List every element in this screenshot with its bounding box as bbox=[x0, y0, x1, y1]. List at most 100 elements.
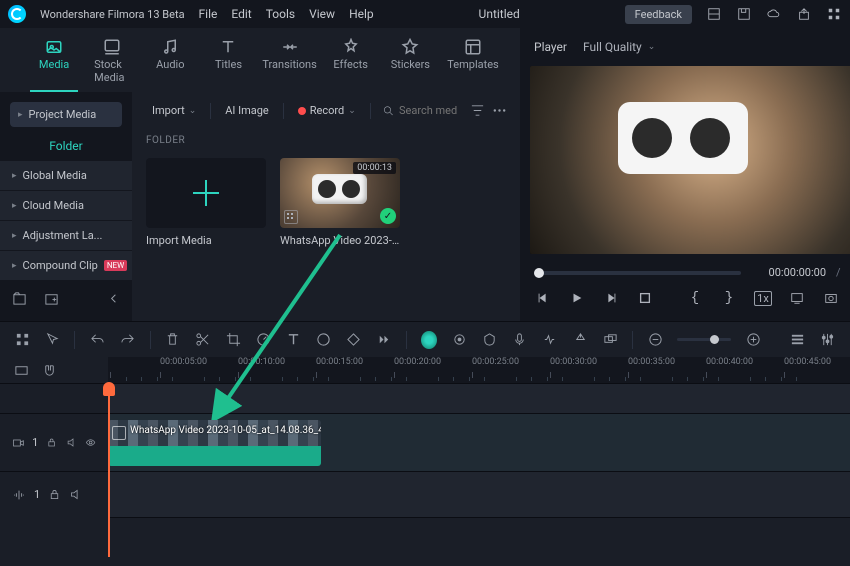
track-view-icon[interactable] bbox=[790, 331, 806, 349]
crop-icon[interactable] bbox=[225, 331, 241, 349]
next-frame-icon[interactable] bbox=[602, 289, 620, 307]
menu-view[interactable]: View bbox=[309, 7, 335, 21]
feedback-button[interactable]: Feedback bbox=[625, 5, 692, 24]
stop-icon[interactable] bbox=[636, 289, 654, 307]
timeline-options-icon[interactable] bbox=[12, 361, 30, 379]
player-panel: Player Full Quality⌄ 00:00:00:00 / 00:00… bbox=[520, 28, 850, 321]
audio-sync-icon[interactable] bbox=[542, 331, 558, 349]
crop-ratio-button[interactable]: 1x bbox=[754, 289, 772, 307]
apps-icon[interactable] bbox=[826, 6, 842, 22]
menu-tools[interactable]: Tools bbox=[266, 7, 295, 21]
scrub-bar[interactable] bbox=[534, 271, 741, 275]
text-icon[interactable] bbox=[285, 331, 301, 349]
tracking-icon[interactable] bbox=[451, 331, 467, 349]
app-logo-icon bbox=[8, 5, 26, 23]
search-media[interactable] bbox=[377, 100, 464, 121]
search-icon bbox=[383, 104, 393, 117]
tab-audio[interactable]: Audio bbox=[146, 34, 194, 92]
quality-dropdown[interactable]: Full Quality⌄ bbox=[583, 40, 655, 54]
audio-track-icon bbox=[12, 488, 26, 502]
save-icon[interactable] bbox=[736, 6, 752, 22]
timeline-toolbar bbox=[0, 321, 850, 357]
marker-tool-icon[interactable] bbox=[572, 331, 588, 349]
playhead[interactable] bbox=[108, 383, 110, 557]
vr-headset-icon bbox=[618, 102, 748, 174]
ai-tools-icon[interactable] bbox=[421, 331, 437, 349]
keyframe-icon[interactable] bbox=[346, 331, 362, 349]
more-icon[interactable] bbox=[490, 102, 508, 120]
sidebar-item-compound[interactable]: ▸Compound ClipNEW bbox=[0, 251, 132, 280]
collapse-sidebar-icon[interactable] bbox=[104, 289, 122, 307]
folder-button[interactable]: Folder bbox=[0, 131, 132, 161]
mark-in-icon[interactable]: { bbox=[686, 289, 704, 307]
cloud-icon[interactable] bbox=[766, 6, 782, 22]
menu-edit[interactable]: Edit bbox=[231, 7, 251, 21]
lock-icon[interactable] bbox=[48, 488, 61, 501]
mask-icon[interactable] bbox=[481, 331, 497, 349]
mixer-icon[interactable] bbox=[820, 331, 836, 349]
mute-icon[interactable] bbox=[69, 488, 82, 501]
group-icon[interactable] bbox=[602, 331, 618, 349]
tab-templates[interactable]: Templates bbox=[446, 34, 500, 92]
project-media-button[interactable]: ▸Project Media bbox=[10, 102, 122, 127]
tab-stock-media[interactable]: Stock Media bbox=[88, 34, 136, 92]
zoom-slider[interactable] bbox=[677, 338, 731, 341]
sidebar-item-adjustment[interactable]: ▸Adjustment La... bbox=[0, 221, 132, 250]
tab-effects[interactable]: Effects bbox=[327, 34, 375, 92]
filter-icon[interactable] bbox=[468, 102, 486, 120]
new-folder-icon[interactable] bbox=[42, 289, 60, 307]
zoom-in-icon[interactable] bbox=[745, 331, 761, 349]
grid-preview-icon bbox=[284, 210, 298, 224]
document-title: Untitled bbox=[479, 7, 520, 21]
speed-icon[interactable] bbox=[255, 331, 271, 349]
timeline-clip[interactable]: WhatsApp Video 2023-10-05_at_14.08.36_4b… bbox=[108, 420, 321, 466]
play-icon[interactable] bbox=[568, 289, 586, 307]
tab-titles[interactable]: Titles bbox=[204, 34, 252, 92]
export-icon[interactable] bbox=[796, 6, 812, 22]
capture-icon[interactable] bbox=[822, 289, 840, 307]
color-icon[interactable] bbox=[316, 331, 332, 349]
menu-file[interactable]: File bbox=[199, 7, 218, 21]
zoom-out-icon[interactable] bbox=[647, 331, 663, 349]
tab-transitions[interactable]: Transitions bbox=[263, 34, 317, 92]
cut-icon[interactable] bbox=[195, 331, 211, 349]
magnet-icon[interactable] bbox=[40, 361, 58, 379]
menu-help[interactable]: Help bbox=[349, 7, 374, 21]
player-tab[interactable]: Player bbox=[534, 40, 567, 54]
delete-icon[interactable] bbox=[165, 331, 181, 349]
undo-icon[interactable] bbox=[89, 331, 105, 349]
import-media-card[interactable]: Import Media bbox=[146, 158, 266, 247]
tab-media[interactable]: Media bbox=[30, 34, 78, 92]
ai-image-button[interactable]: AI Image bbox=[217, 100, 277, 121]
vr-headset-icon bbox=[312, 174, 367, 204]
lock-icon[interactable] bbox=[46, 436, 57, 449]
video-track-header[interactable]: 1 bbox=[0, 413, 108, 471]
track-area[interactable]: WhatsApp Video 2023-10-05_at_14.08.36_4b… bbox=[108, 383, 850, 557]
time-ruler[interactable]: 00:00:05:0000:00:10:0000:00:15:0000:00:2… bbox=[108, 357, 850, 383]
import-dropdown[interactable]: Import⌄ bbox=[144, 100, 204, 121]
visibility-icon[interactable] bbox=[85, 436, 96, 449]
pointer-tool-icon[interactable] bbox=[44, 331, 60, 349]
voice-icon[interactable] bbox=[512, 331, 528, 349]
prev-frame-icon[interactable] bbox=[534, 289, 552, 307]
video-track-icon bbox=[12, 436, 24, 450]
media-clip-card[interactable]: 00:00:13 ✓ WhatsApp Video 2023-10-05... bbox=[280, 158, 400, 247]
sidebar-item-global[interactable]: ▸Global Media bbox=[0, 161, 132, 190]
audio-track-header[interactable]: 1 bbox=[0, 471, 108, 517]
app-brand: Wondershare Filmora 13 Beta bbox=[40, 8, 185, 21]
layout-icon[interactable] bbox=[706, 6, 722, 22]
display-mode-icon[interactable] bbox=[788, 289, 806, 307]
folder-section-label: FOLDER bbox=[132, 129, 520, 152]
more-tools-icon[interactable] bbox=[376, 331, 392, 349]
record-dropdown[interactable]: Record⌄ bbox=[290, 100, 364, 121]
mark-out-icon[interactable]: } bbox=[720, 289, 738, 307]
player-viewport[interactable] bbox=[530, 66, 850, 254]
redo-icon[interactable] bbox=[119, 331, 135, 349]
select-tool-icon[interactable] bbox=[14, 331, 30, 349]
current-timecode: 00:00:00:00 bbox=[769, 266, 826, 279]
sidebar-item-cloud[interactable]: ▸Cloud Media bbox=[0, 191, 132, 220]
search-input[interactable] bbox=[399, 104, 458, 117]
new-bin-icon[interactable] bbox=[10, 289, 28, 307]
mute-icon[interactable] bbox=[66, 436, 77, 449]
tab-stickers[interactable]: Stickers bbox=[385, 34, 436, 92]
